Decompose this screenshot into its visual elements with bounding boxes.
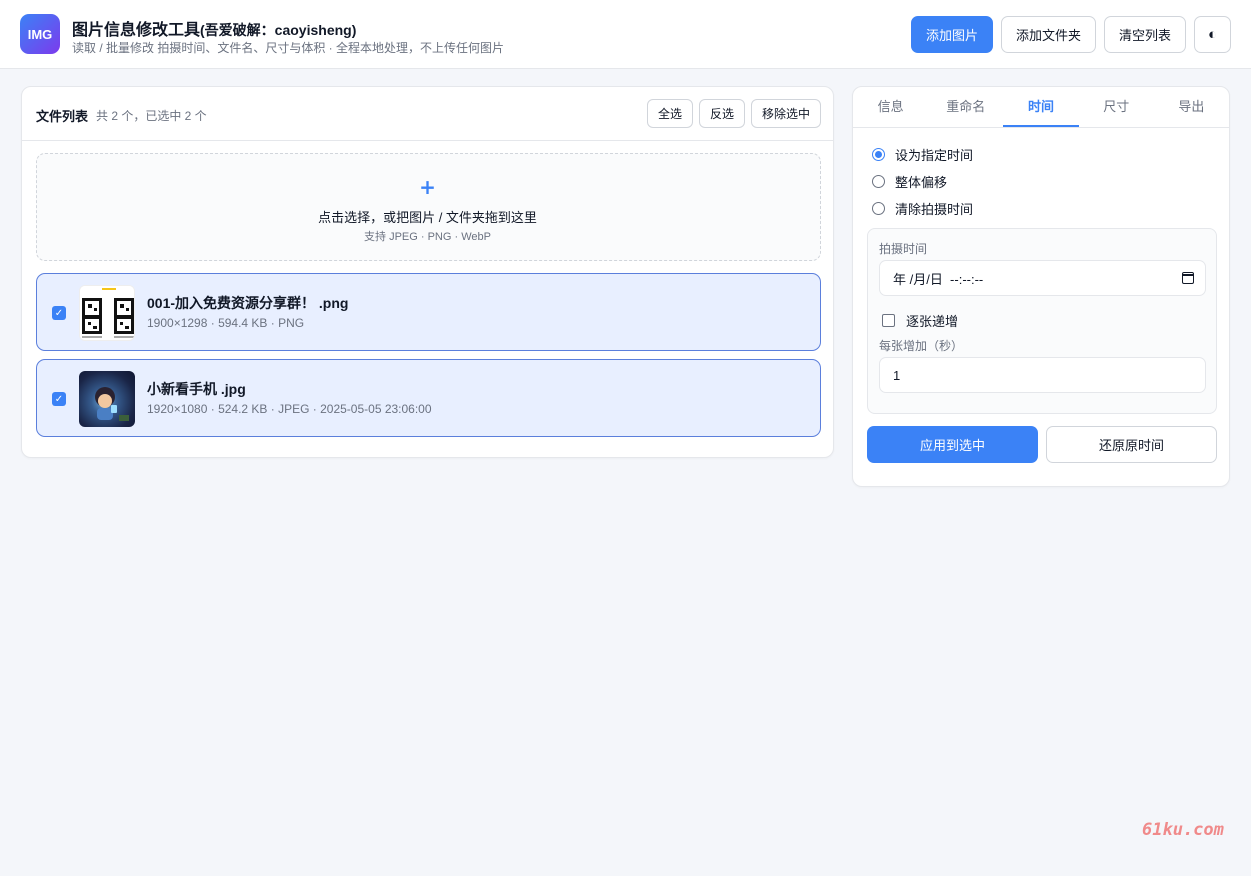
increment-checkbox[interactable] <box>882 314 895 327</box>
settings-panel: 信息 重命名 时间 尺寸 导出 设为指定时间 整体偏移 清除拍摄时间 拍摄时间 … <box>852 86 1230 487</box>
file-list-title: 文件列表 <box>36 109 89 124</box>
add-folder-button[interactable]: 添加文件夹 <box>1001 16 1096 53</box>
file-name: 小新看手机 .jpg <box>147 381 246 397</box>
app-description: 读取 / 批量修改 拍摄时间、文件名、尺寸与体积 · 全程本地处理，不上传任何图… <box>72 41 505 55</box>
radio-label: 设为指定时间 <box>895 147 974 163</box>
increment-checkbox-label: 逐张递增 <box>906 314 959 329</box>
file-meta: 1920×1080 · 524.2 KB · JPEG · 2025-05-05… <box>147 402 432 416</box>
file-row[interactable]: ✓ 小新看手机 .jpg 1920×1080 · 524.2 KB · JPEG… <box>36 359 821 437</box>
qr-code-icon <box>80 286 134 340</box>
datetime-label: 拍摄时间 <box>879 242 928 256</box>
radio-offset[interactable]: 整体偏移 <box>872 172 947 190</box>
restore-button[interactable]: 还原原时间 <box>1046 426 1217 463</box>
radio-label: 整体偏移 <box>895 174 948 190</box>
app-title: 图片信息修改工具(吾爱破解：caoyisheng) <box>72 16 356 40</box>
app-logo: IMG <box>20 14 60 54</box>
step-label: 每张增加（秒） <box>879 339 964 353</box>
invert-selection-button[interactable]: 反选 <box>699 99 745 128</box>
clear-list-button[interactable]: 清空列表 <box>1104 16 1186 53</box>
remove-selected-button[interactable]: 移除选中 <box>751 99 821 128</box>
file-name: 001-加入免费资源分享群！ .png <box>147 295 349 311</box>
time-settings-box: 拍摄时间 年 /月/日 --:--:-- 逐张递增 每张增加（秒） 1 <box>867 228 1217 414</box>
plus-icon: + <box>419 175 436 199</box>
radio-set-time[interactable]: 设为指定时间 <box>872 145 973 163</box>
radio-button[interactable] <box>872 201 885 215</box>
tab-rename[interactable]: 重命名 <box>928 87 1003 127</box>
file-count-text: 共 2 个，已选中 2 个 <box>96 109 207 123</box>
app-title-main: 图片信息修改工具 <box>72 22 201 39</box>
increment-checkbox-row[interactable]: 逐张递增 <box>882 311 958 330</box>
tab-size[interactable]: 尺寸 <box>1079 87 1154 127</box>
calendar-icon[interactable] <box>1182 272 1194 284</box>
app-header: IMG 图片信息修改工具(吾爱破解：caoyisheng) 读取 / 批量修改 … <box>0 0 1251 69</box>
file-thumbnail <box>79 285 135 341</box>
drop-zone-formats: 支持 JPEG · PNG · WebP <box>364 231 491 243</box>
app-title-suffix: (吾爱破解：caoyisheng) <box>200 22 357 38</box>
file-thumbnail <box>79 371 135 427</box>
panel-tabs: 信息 重命名 时间 尺寸 导出 <box>853 87 1229 128</box>
apply-button[interactable]: 应用到选中 <box>867 426 1038 463</box>
half-circle-icon: ◐ <box>1207 26 1218 43</box>
add-image-button[interactable]: 添加图片 <box>911 16 993 53</box>
file-checkbox[interactable]: ✓ <box>52 306 66 320</box>
file-checkbox[interactable]: ✓ <box>52 392 66 406</box>
file-list-header: 文件列表 共 2 个，已选中 2 个 全选 反选 移除选中 <box>22 87 833 141</box>
theme-toggle-button[interactable]: ◐ <box>1194 16 1231 53</box>
step-value: 1 <box>893 367 901 383</box>
watermark-text: 61ku.com <box>1142 820 1224 840</box>
file-row[interactable]: ✓ 001-加入免费资源分享群！ .png 1900×1298 · 594.4 … <box>36 273 821 351</box>
tab-export[interactable]: 导出 <box>1154 87 1229 127</box>
datetime-value: 年 /月/日 --:--:-- <box>893 271 984 287</box>
file-meta: 1900×1298 · 594.4 KB · PNG <box>147 316 305 330</box>
drop-zone-text: 点击选择，或把图片 / 文件夹拖到这里 <box>318 210 537 225</box>
radio-button[interactable] <box>872 174 885 188</box>
file-list-card: 文件列表 共 2 个，已选中 2 个 全选 反选 移除选中 + 点击选择，或把图… <box>21 86 834 458</box>
datetime-input[interactable]: 年 /月/日 --:--:-- <box>879 260 1206 296</box>
tab-info[interactable]: 信息 <box>853 87 928 127</box>
photo-icon <box>95 387 129 421</box>
radio-button[interactable] <box>872 147 885 161</box>
tab-time[interactable]: 时间 <box>1003 87 1079 127</box>
step-input[interactable]: 1 <box>879 357 1206 393</box>
select-all-button[interactable]: 全选 <box>647 99 693 128</box>
radio-label: 清除拍摄时间 <box>895 201 974 217</box>
radio-clear-time[interactable]: 清除拍摄时间 <box>872 199 973 217</box>
